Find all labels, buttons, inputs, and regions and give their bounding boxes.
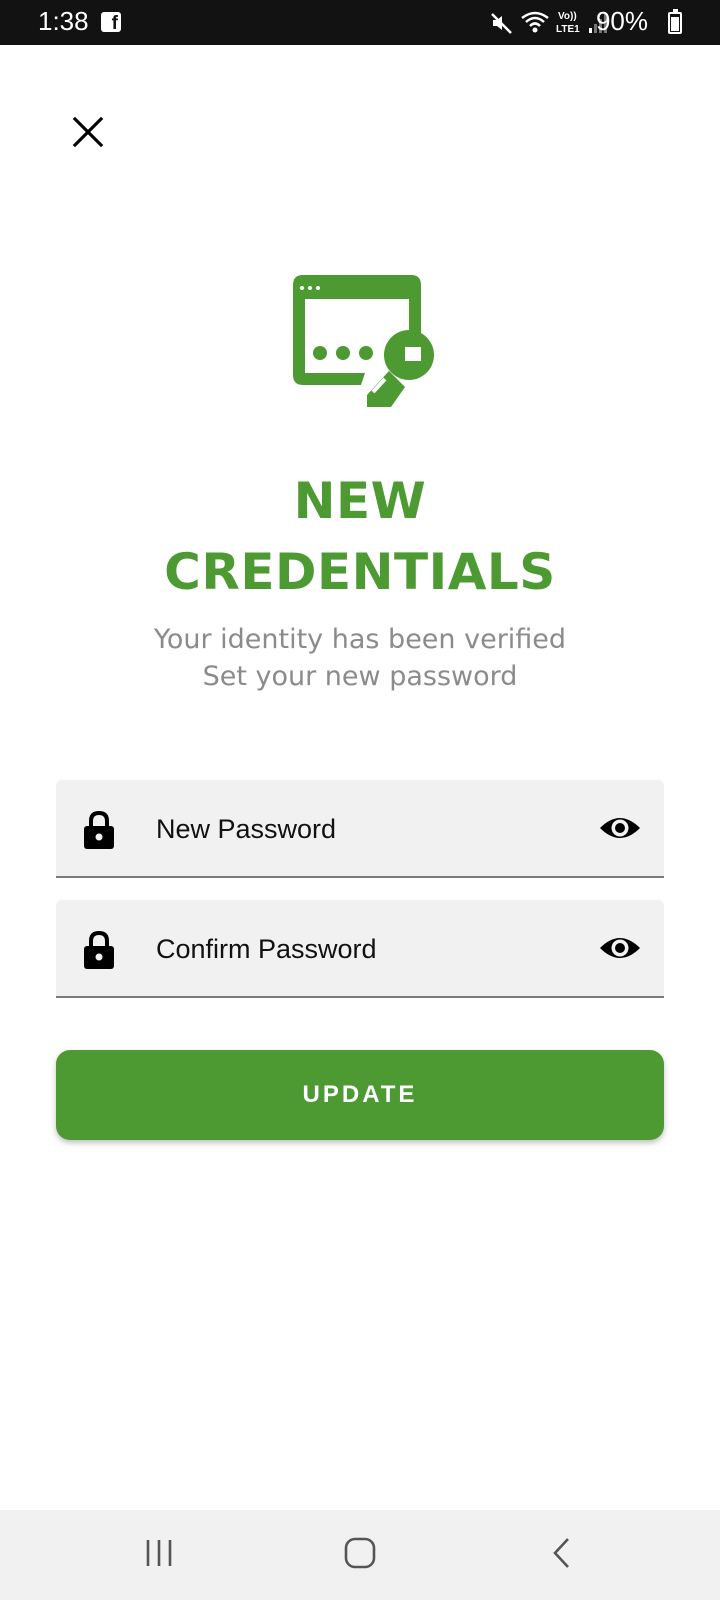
new-password-input[interactable] [154,806,558,852]
back-icon[interactable] [550,1536,574,1570]
status-time: 1:38 [38,6,89,36]
lock-icon [84,810,114,849]
new-password-field[interactable] [56,780,664,878]
battery-percent: 90% [595,6,648,36]
mute-icon [491,13,512,34]
system-nav-bar [0,1510,720,1600]
svg-text:LTE1: LTE1 [556,24,580,35]
wifi-icon [521,11,549,33]
facebook-icon: f [101,12,121,33]
close-icon[interactable] [70,114,106,150]
lock-icon [84,930,114,969]
confirm-password-field[interactable] [56,900,664,998]
subtitle-line-1: Your identity has been verified [153,624,567,655]
battery-charging-icon [668,9,682,34]
password-key-icon [293,275,434,407]
recents-icon[interactable] [144,1536,174,1570]
subtitle-line-2: Set your new password [202,661,518,692]
eye-icon[interactable] [598,813,642,843]
confirm-password-input[interactable] [154,926,558,972]
svg-text:Vo)): Vo)) [558,11,577,22]
page-title-line-1: NEW [293,472,427,530]
volte-lte1-icon: Vo)) LTE1 [556,11,580,35]
page-title-line-2: CREDENTIALS [164,543,556,601]
home-icon[interactable] [343,1536,377,1570]
eye-icon[interactable] [598,933,642,963]
status-bar: 1:38 f Vo)) LTE1 90% [0,0,720,45]
update-button[interactable]: UPDATE [56,1050,664,1140]
